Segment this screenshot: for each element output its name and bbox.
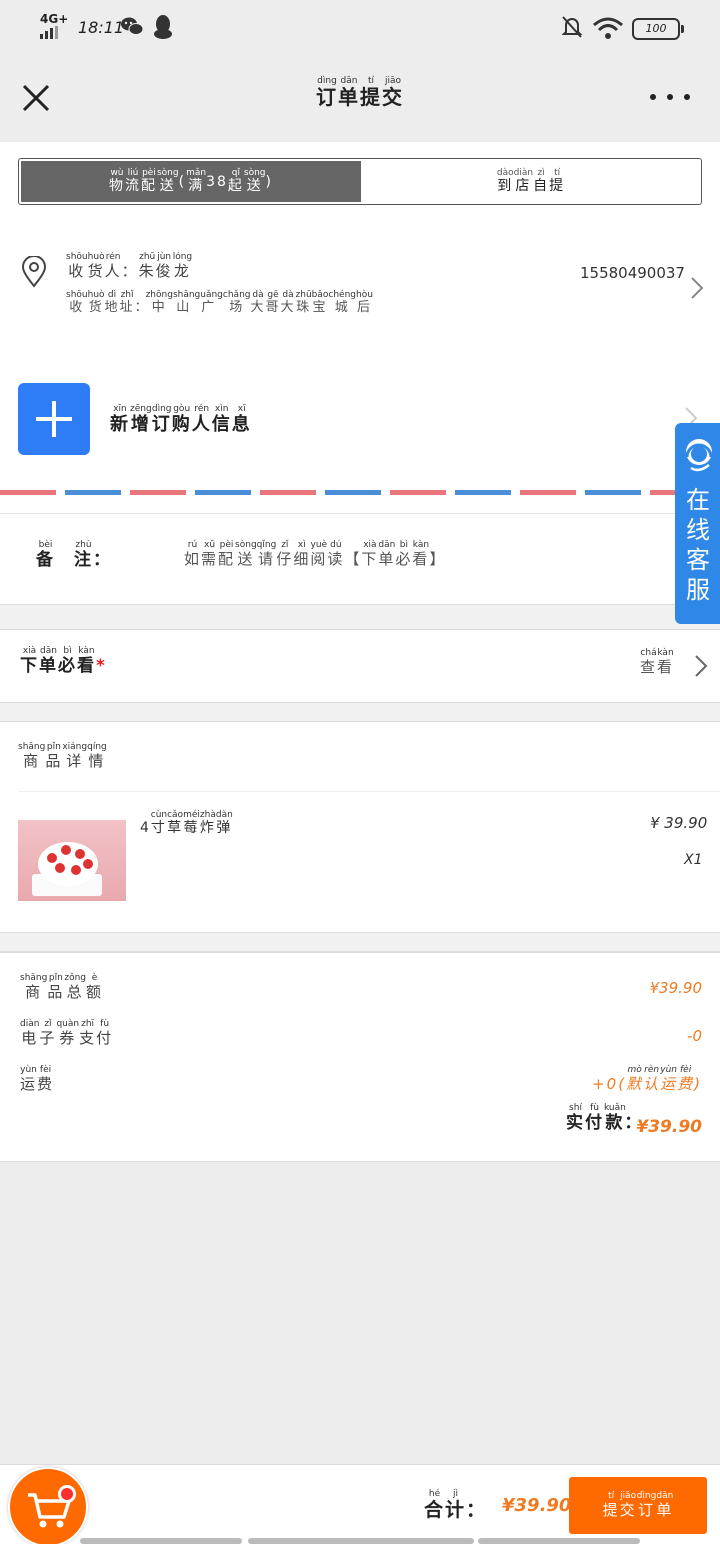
wechat-icon (121, 17, 144, 35)
paid-label: 实shí付fù款kuǎn： (566, 1103, 644, 1133)
delivery-tabs: 物wù 流liú 配pèi 送sòng(满mǎn 38 起qǐ 送sòng) 到dào 店di… (18, 158, 702, 205)
remark-input[interactable]: 如rú需xū配pèi送sòng请qǐng仔zǐ细xì阅yuè读dú【下xià单d… (184, 540, 446, 569)
bottom-bar: 合hé计jì： ¥39.90 提tí 交jiāo 订dìng 单dān (0, 1464, 720, 1544)
tab-logistics[interactable]: 物wù 流liú 配pèi 送sòng(满mǎn 38 起qǐ 送sòng) (21, 161, 361, 202)
title-bar: 订dìng单dān提tí交jiāo (0, 56, 720, 142)
subtotal-label: 商shāng品pǐn总zǒng额è (20, 973, 103, 1001)
goods-section: 商shāng品pǐn详xiáng情qíng 4寸cùn草cǎo莓méi炸zhà弹… (0, 722, 720, 932)
price-summary: 商shāng品pǐn总zǒng额è ¥39.90 电diàn子zǐ券quàn支z… (0, 952, 720, 1162)
status-bar: 4G+ 18:11 100 (0, 0, 720, 56)
view-notice-link[interactable]: 查chá看kàn (640, 648, 674, 677)
divider (0, 702, 720, 722)
divider (0, 932, 720, 952)
chevron-right-icon (695, 655, 708, 677)
subtotal-value: ¥39.90 (649, 979, 703, 997)
tab-pickup[interactable]: 到dào 店diàn 自zì 提tí (361, 159, 701, 204)
remark-label: 备bèi 注zhù： (36, 540, 112, 570)
product-quantity: X1 (684, 852, 703, 868)
mute-icon (561, 16, 583, 38)
more-dot-icon (667, 94, 673, 100)
online-service-label: 在线客服 (686, 486, 710, 604)
add-buyer-row[interactable]: 新xīn增zēng订dìng购gòu人rén信xìn息xī (0, 382, 720, 458)
order-notice-label: 下xià单dān必bì看kàn* (20, 646, 107, 676)
location-icon (21, 256, 47, 288)
cart-badge (58, 1485, 76, 1503)
required-star: * (96, 656, 107, 676)
headset-icon (685, 439, 713, 472)
order-notice-row[interactable]: 下xià单dān必bì看kàn* 查chá看kàn (0, 630, 720, 702)
home-indicator (248, 1538, 474, 1544)
total-value: ¥39.90 (502, 1495, 572, 1516)
qq-icon (154, 15, 172, 39)
receiver-phone: 15580490037 (580, 264, 685, 282)
submit-order-button[interactable]: 提tí 交jiāo 订dìng 单dān (569, 1477, 707, 1534)
chevron-right-icon (691, 277, 704, 299)
coupon-label: 电diàn子zǐ券quàn支zhī付fù (20, 1019, 114, 1047)
network-indicator: 4G+ (40, 12, 69, 26)
shipping-label: 运yùn费fèi (20, 1065, 55, 1093)
more-options-button[interactable] (650, 94, 690, 104)
order-notice-text: 下xià单dān必bì看kàn (20, 646, 96, 676)
add-buyer-label: 新xīn增zēng订dìng购gòu人rén信xìn息xī (110, 404, 252, 435)
divider (18, 791, 720, 792)
total-label: 合hé计jì： (424, 1489, 488, 1521)
receiver-address: 收shōu货huò地dì址zhǐ：中zhōng山shān广guǎng场chǎng… (66, 290, 373, 315)
shipping-value: +0(默mò认rèn运yùn费fèi) (592, 1065, 702, 1093)
home-indicator (80, 1538, 242, 1544)
product-image (18, 820, 126, 901)
paid-value: ¥39.90 (636, 1117, 702, 1137)
coupon-value: -0 (687, 1027, 702, 1045)
more-dot-icon (650, 94, 656, 100)
cake-icon (32, 842, 102, 896)
divider (0, 604, 720, 630)
online-service-button[interactable]: 在线客服 (675, 423, 720, 624)
cart-button[interactable] (8, 1467, 88, 1544)
clock: 18:11 (78, 18, 125, 37)
airmail-border (0, 490, 680, 495)
signal-icon (40, 26, 58, 39)
add-buyer-button[interactable] (18, 383, 90, 455)
wifi-icon (593, 17, 623, 39)
battery-icon: 100 (632, 18, 684, 40)
product-name: 4寸cùn草cǎo莓méi炸zhà弹dàn (140, 810, 233, 836)
home-indicator (478, 1538, 640, 1544)
page-title: 订dìng单dān提tí交jiāo (316, 76, 404, 109)
address-card[interactable]: 收shōu货huò人rén：朱zhū俊jùn龙lóng 15580490037 … (0, 242, 720, 332)
more-dot-icon (684, 94, 690, 100)
receiver-name: 收shōu货huò人rén：朱zhū俊jùn龙lóng (66, 252, 193, 280)
product-price: ¥ 39.90 (650, 814, 708, 832)
goods-title: 商shāng品pǐn详xiáng情qíng (18, 742, 107, 770)
remark-row: 备bèi 注zhù： 如rú需xū配pèi送sòng请qǐng仔zǐ细xì阅yu… (0, 513, 720, 603)
